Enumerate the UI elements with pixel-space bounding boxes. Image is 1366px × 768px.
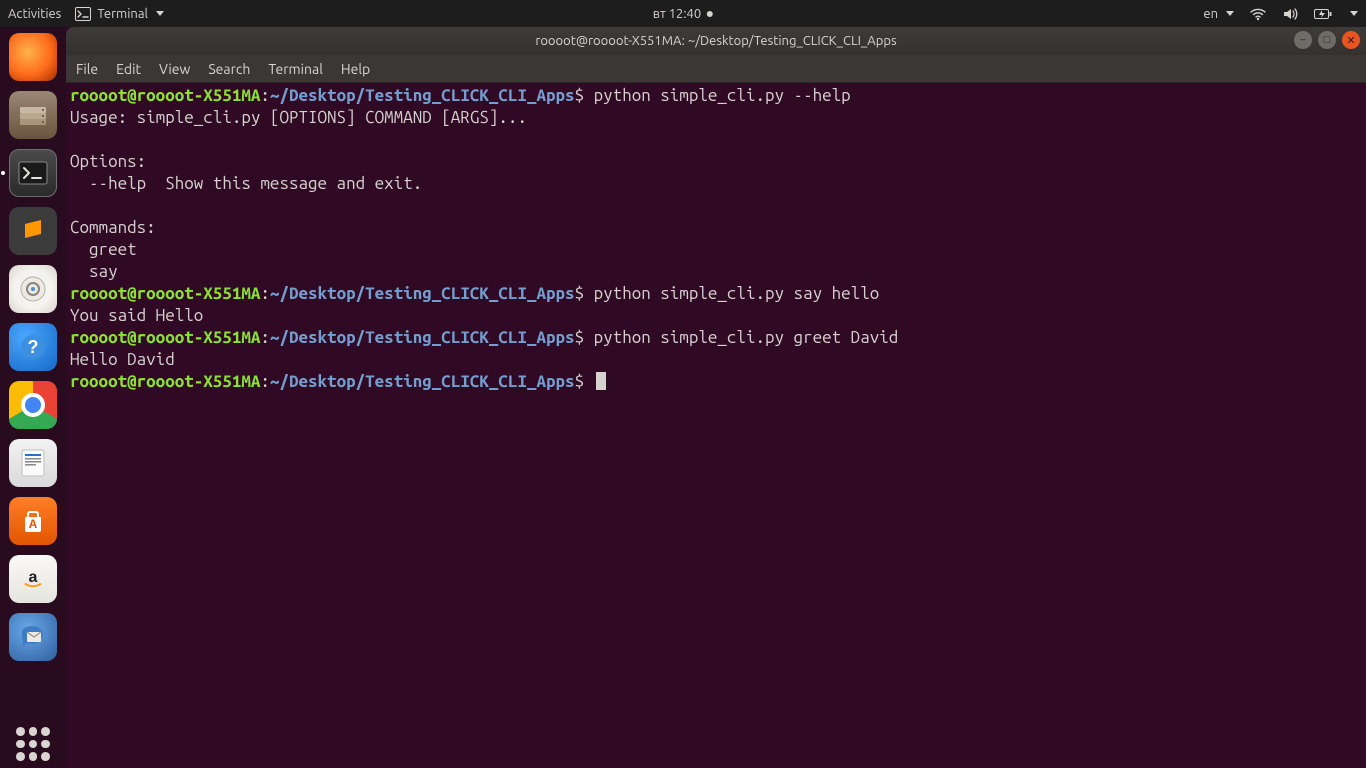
svg-text:A: A [29,517,38,531]
wifi-icon[interactable] [1250,7,1266,21]
launcher-firefox[interactable] [9,33,57,81]
notification-dot-icon [707,11,713,17]
window-titlebar[interactable]: roooot@roooot-X551MA: ~/Desktop/Testing_… [66,27,1366,55]
terminal-line: --help Show this message and exit. [70,173,1362,195]
minimize-button[interactable]: – [1294,31,1312,49]
launcher-terminal[interactable] [9,149,57,197]
input-source-indicator[interactable]: en [1203,7,1234,21]
terminal-line: roooot@roooot-X551MA:~/Desktop/Testing_C… [70,283,1362,305]
terminal-line: roooot@roooot-X551MA:~/Desktop/Testing_C… [70,327,1362,349]
grid-icon [16,727,50,761]
terminal-line: Options: [70,151,1362,173]
gnome-top-bar: Activities Terminal вт 12:40 en [0,0,1366,27]
launcher-amazon[interactable]: a [9,555,57,603]
clock-label: вт 12:40 [653,7,701,21]
launcher-files[interactable] [9,91,57,139]
window-title: roooot@roooot-X551MA: ~/Desktop/Testing_… [535,34,896,48]
terminal-line [70,195,1362,217]
terminal-icon [18,161,48,185]
terminal-line: You said Hello [70,305,1362,327]
launcher-rhythmbox[interactable] [9,265,57,313]
launcher-sublime[interactable] [9,207,57,255]
launcher-help[interactable]: ? [9,323,57,371]
thunderbird-icon [18,624,48,650]
terminal-icon [75,7,91,21]
system-menu-chevron-icon[interactable] [1350,11,1358,16]
battery-icon[interactable] [1314,8,1332,20]
svg-text:?: ? [28,337,39,357]
amazon-icon: a [19,565,47,593]
launcher-thunderbird[interactable] [9,613,57,661]
menu-edit[interactable]: Edit [116,61,141,77]
writer-icon [20,448,46,478]
clock-area[interactable]: вт 12:40 [653,7,713,21]
show-applications-button[interactable] [9,720,57,768]
terminal-line: Hello David [70,349,1362,371]
sublime-icon [18,216,48,246]
volume-icon[interactable] [1282,7,1298,21]
activities-button[interactable]: Activities [8,7,61,21]
launcher-writer[interactable] [9,439,57,487]
app-menu[interactable]: Terminal [75,7,164,21]
svg-text:a: a [29,569,38,586]
terminal-line: say [70,261,1362,283]
chevron-down-icon [156,11,164,16]
terminal-line: greet [70,239,1362,261]
close-button[interactable]: ✕ [1342,31,1360,49]
activities-label: Activities [8,7,61,21]
terminal-line: roooot@roooot-X551MA:~/Desktop/Testing_C… [70,85,1362,107]
app-menu-label: Terminal [97,7,148,21]
help-icon: ? [20,334,46,360]
dock: ? Aa [0,27,66,768]
rhythmbox-icon [20,276,46,302]
files-icon [18,103,48,127]
launcher-software[interactable]: A [9,497,57,545]
menu-view[interactable]: View [159,61,190,77]
menu-search[interactable]: Search [208,61,250,77]
launcher-chrome[interactable] [9,381,57,429]
lang-label: en [1203,7,1218,21]
terminal-menubar: File Edit View Search Terminal Help [66,55,1366,83]
software-icon: A [19,507,47,535]
menu-file[interactable]: File [76,61,98,77]
terminal-line: Usage: simple_cli.py [OPTIONS] COMMAND [… [70,107,1362,129]
terminal-body[interactable]: roooot@roooot-X551MA:~/Desktop/Testing_C… [66,83,1366,768]
terminal-line: roooot@roooot-X551MA:~/Desktop/Testing_C… [70,371,1362,393]
cursor-icon [596,372,606,390]
menu-help[interactable]: Help [341,61,370,77]
maximize-button[interactable]: □ [1318,31,1336,49]
terminal-line [70,129,1362,151]
chevron-down-icon [1226,11,1234,16]
menu-terminal[interactable]: Terminal [268,61,323,77]
terminal-line: Commands: [70,217,1362,239]
terminal-window: roooot@roooot-X551MA: ~/Desktop/Testing_… [66,27,1366,768]
